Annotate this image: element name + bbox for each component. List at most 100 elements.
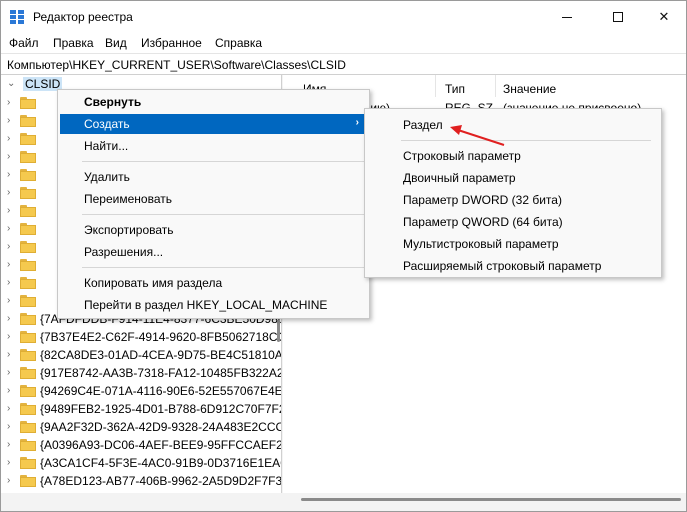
chevron-right-icon[interactable]: ›	[7, 241, 10, 252]
submenu-item-expandable-string-value[interactable]: Расширяемый строковый параметр	[367, 256, 659, 276]
chevron-down-icon[interactable]: ⌄	[7, 78, 15, 89]
tree-row[interactable]: › {A78ED123-AB77-406B-9962-2A5D9D2F7F30	[1, 472, 282, 491]
chevron-right-icon[interactable]: ›	[7, 439, 10, 450]
menu-help[interactable]: Справка	[215, 36, 262, 50]
column-header-type[interactable]: Тип	[445, 82, 465, 96]
tree-scrollbar-thumb[interactable]	[277, 320, 280, 342]
folder-icon	[20, 349, 36, 361]
folder-icon	[20, 205, 36, 217]
tree-row[interactable]: › {7B37E4E2-C62F-4914-9620-8FB5062718CC}	[1, 328, 282, 347]
folder-icon	[20, 313, 36, 325]
folder-icon	[20, 241, 36, 253]
chevron-right-icon[interactable]: ›	[7, 115, 10, 126]
chevron-right-icon[interactable]: ›	[7, 223, 10, 234]
tree-item-label: {94269C4E-071A-4116-90E6-52E557067E4E}	[40, 384, 282, 398]
chevron-right-icon[interactable]: ›	[7, 151, 10, 162]
chevron-right-icon[interactable]: ›	[7, 475, 10, 486]
chevron-right-icon[interactable]: ›	[7, 385, 10, 396]
column-separator[interactable]	[495, 75, 496, 97]
menu-favorites[interactable]: Избранное	[141, 36, 202, 50]
submenu-item-qword-value[interactable]: Параметр QWORD (64 бита)	[367, 212, 659, 232]
folder-icon	[20, 169, 36, 181]
chevron-right-icon: ›	[355, 117, 359, 128]
submenu-item-binary-value[interactable]: Двоичный параметр	[367, 168, 659, 188]
menu-item-delete[interactable]: Удалить	[60, 167, 367, 187]
chevron-right-icon[interactable]: ›	[7, 205, 10, 216]
tree-horizontal-scrollbar[interactable]	[1, 493, 282, 511]
create-submenu: Раздел Строковый параметр Двоичный парам…	[364, 108, 662, 278]
folder-icon	[20, 187, 36, 199]
tree-item-label: {917E8742-AA3B-7318-FA12-10485FB322A2}	[40, 366, 282, 380]
folder-icon	[20, 133, 36, 145]
folder-icon	[20, 259, 36, 271]
maximize-icon	[613, 12, 623, 22]
folder-icon	[20, 457, 36, 469]
menu-view[interactable]: Вид	[105, 36, 127, 50]
folder-icon	[20, 331, 36, 343]
menu-bar: Файл Правка Вид Избранное Справка	[1, 33, 686, 53]
folder-icon	[20, 385, 36, 397]
chevron-right-icon[interactable]: ›	[7, 403, 10, 414]
folder-icon	[20, 367, 36, 379]
chevron-right-icon[interactable]: ›	[7, 349, 10, 360]
menu-item-create[interactable]: Создать ›	[60, 114, 367, 134]
tree-item-label: {A78ED123-AB77-406B-9962-2A5D9D2F7F30	[40, 474, 282, 488]
close-icon: ✕	[658, 9, 670, 24]
folder-icon	[20, 151, 36, 163]
chevron-right-icon[interactable]: ›	[7, 187, 10, 198]
registry-editor-icon	[10, 10, 26, 24]
tree-row[interactable]: › {917E8742-AA3B-7318-FA12-10485FB322A2}	[1, 364, 282, 383]
menu-item-export[interactable]: Экспортировать	[60, 220, 367, 240]
submenu-item-dword-value[interactable]: Параметр DWORD (32 бита)	[367, 190, 659, 210]
chevron-right-icon[interactable]: ›	[7, 421, 10, 432]
chevron-right-icon[interactable]: ›	[7, 313, 10, 324]
chevron-right-icon[interactable]: ›	[7, 259, 10, 270]
column-header-value[interactable]: Значение	[503, 82, 556, 96]
chevron-right-icon[interactable]: ›	[7, 97, 10, 108]
list-scrollbar-thumb[interactable]	[301, 498, 681, 501]
folder-icon	[20, 403, 36, 415]
tree-item-label: {A3CA1CF4-5F3E-4AC0-91B9-0D3716E1EAC3	[40, 456, 282, 470]
close-button[interactable]: ✕	[641, 1, 687, 33]
registry-editor-window: Редактор реестра ✕ Файл Правка Вид Избра…	[0, 0, 687, 512]
column-separator[interactable]	[435, 75, 436, 97]
submenu-item-string-value[interactable]: Строковый параметр	[367, 146, 659, 166]
submenu-item-multi-string-value[interactable]: Мультистроковый параметр	[367, 234, 659, 254]
tree-row[interactable]: › {94269C4E-071A-4116-90E6-52E557067E4E}	[1, 382, 282, 401]
folder-icon	[20, 97, 36, 109]
submenu-item-key[interactable]: Раздел	[367, 115, 659, 135]
minimize-icon	[562, 16, 572, 18]
menu-separator	[82, 161, 364, 162]
tree-row[interactable]: › {A3CA1CF4-5F3E-4AC0-91B9-0D3716E1EAC3	[1, 454, 282, 473]
menu-item-rename[interactable]: Переименовать	[60, 189, 367, 209]
chevron-right-icon[interactable]: ›	[7, 457, 10, 468]
menu-item-go-to-hklm[interactable]: Перейти в раздел HKEY_LOCAL_MACHINE	[60, 295, 367, 315]
tree-row[interactable]: › {9489FEB2-1925-4D01-B788-6D912C70F7F2}	[1, 400, 281, 419]
chevron-right-icon[interactable]: ›	[7, 367, 10, 378]
minimize-button[interactable]	[544, 1, 590, 33]
folder-icon	[20, 295, 36, 307]
tree-row[interactable]: › {82CA8DE3-01AD-4CEA-9D75-BE4C51810A9	[1, 346, 281, 365]
folder-icon	[20, 115, 36, 127]
maximize-button[interactable]	[595, 1, 641, 33]
chevron-right-icon[interactable]: ›	[7, 331, 10, 342]
menu-item-permissions[interactable]: Разрешения...	[60, 242, 367, 262]
title-bar: Редактор реестра ✕	[1, 1, 686, 33]
folder-icon	[20, 277, 36, 289]
tree-row[interactable]: › {9AA2F32D-362A-42D9-9328-24A483E2CCC3	[1, 418, 281, 437]
menu-file[interactable]: Файл	[9, 36, 39, 50]
menu-item-find[interactable]: Найти...	[60, 136, 367, 156]
menu-item-copy-key-name[interactable]: Копировать имя раздела	[60, 273, 367, 293]
address-bar[interactable]: Компьютер\HKEY_CURRENT_USER\Software\Cla…	[1, 53, 686, 75]
menu-item-collapse[interactable]: Свернуть	[60, 92, 367, 112]
chevron-right-icon[interactable]: ›	[7, 133, 10, 144]
folder-icon	[20, 421, 36, 433]
chevron-right-icon[interactable]: ›	[7, 277, 10, 288]
tree-row[interactable]: › {A0396A93-DC06-4AEF-BEE9-95FFCCAEF20E	[1, 436, 281, 455]
chevron-right-icon[interactable]: ›	[7, 169, 10, 180]
menu-edit[interactable]: Правка	[53, 36, 94, 50]
tree-item-label: {7B37E4E2-C62F-4914-9620-8FB5062718CC}	[40, 330, 282, 344]
folder-icon	[20, 439, 36, 451]
folder-icon	[20, 223, 36, 235]
chevron-right-icon[interactable]: ›	[7, 295, 10, 306]
